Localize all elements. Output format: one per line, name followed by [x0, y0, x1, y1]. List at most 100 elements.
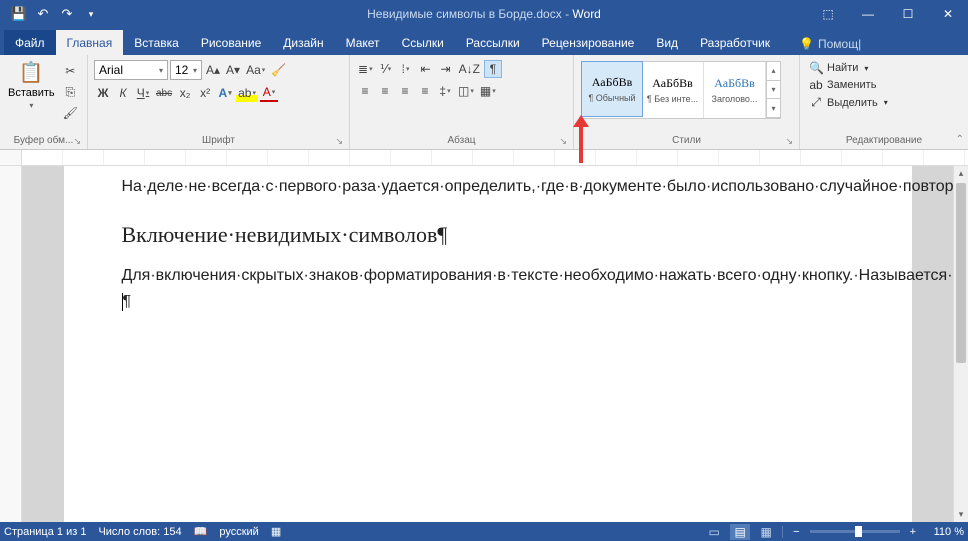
show-hide-pilcrow[interactable]: ¶ — [484, 60, 502, 78]
select-button[interactable]: ⤢Выделить▾ — [806, 94, 891, 111]
page[interactable]: На·деле·не·всегда·с·первого·раза·удается… — [64, 166, 912, 522]
scroll-thumb[interactable] — [956, 183, 966, 363]
heading[interactable]: Включение·невидимых·символов¶ — [122, 220, 854, 250]
view-web[interactable]: ▦ — [756, 524, 776, 540]
tab-references[interactable]: Ссылки — [391, 30, 455, 55]
search-icon: 🔍 — [809, 61, 823, 75]
tab-review[interactable]: Рецензирование — [531, 30, 646, 55]
paste-button[interactable]: 📋 Вставить ▾ — [4, 58, 59, 112]
close-button[interactable]: ✕ — [928, 0, 968, 28]
tab-insert[interactable]: Вставка — [123, 30, 190, 55]
tell-me-search[interactable]: 💡 Помощ| — [791, 33, 869, 55]
dialog-launcher[interactable]: ↘ — [73, 136, 81, 147]
save-button[interactable]: 💾 — [8, 3, 30, 25]
sort-button[interactable]: A↓Z — [457, 60, 482, 78]
replace-button[interactable]: abЗаменить — [806, 77, 879, 93]
redo-button[interactable]: ↷ — [56, 3, 78, 25]
language-indicator[interactable]: русский — [219, 526, 258, 538]
scroll-up[interactable]: ▴ — [954, 166, 968, 181]
tab-file[interactable]: Файл — [4, 30, 56, 55]
horizontal-ruler[interactable] — [0, 150, 968, 166]
numbering-button[interactable]: ⅟ — [377, 60, 395, 78]
align-right[interactable]: ≡ — [396, 82, 414, 100]
undo-button[interactable]: ↶ — [32, 3, 54, 25]
italic-button[interactable]: К — [114, 84, 132, 102]
find-button[interactable]: 🔍Найти▾ — [806, 60, 871, 76]
bold-button[interactable]: Ж — [94, 84, 112, 102]
line-spacing[interactable]: ‡ — [436, 82, 454, 100]
qat-customize[interactable]: ▾ — [80, 3, 102, 25]
group-label: Шрифт↘ — [92, 133, 345, 149]
multilevel-button[interactable]: ⁞ — [397, 60, 415, 78]
macro-icon[interactable]: ▦ — [271, 525, 281, 538]
ribbon-display-options[interactable]: ⬚ — [808, 0, 848, 28]
maximize-button[interactable]: ☐ — [888, 0, 928, 28]
zoom-out[interactable]: − — [789, 526, 803, 538]
ruler-corner — [0, 150, 22, 165]
font-name-select[interactable]: Arial▾ — [94, 60, 168, 80]
tab-view[interactable]: Вид — [645, 30, 689, 55]
strikethrough-button[interactable]: abc — [154, 84, 174, 102]
zoom-in[interactable]: + — [906, 526, 920, 538]
underline-button[interactable]: Ч — [134, 84, 152, 102]
ruler-scale[interactable] — [22, 150, 968, 165]
copy-button[interactable]: ⎘ — [61, 83, 80, 101]
gallery-scroll: ▴ ▾ ▾ — [766, 62, 780, 118]
app-name: Word — [572, 7, 600, 21]
zoom-thumb[interactable] — [855, 526, 862, 537]
font-size-select[interactable]: 12▾ — [170, 60, 202, 80]
collapse-ribbon[interactable]: ⌃ — [956, 134, 964, 145]
style-no-spacing[interactable]: АаБбВв ¶ Без инте... — [642, 62, 704, 118]
dialog-launcher[interactable]: ↘ — [785, 136, 793, 147]
change-case[interactable]: Aa — [244, 61, 267, 79]
align-left[interactable]: ≡ — [356, 82, 374, 100]
scroll-down[interactable]: ▾ — [954, 507, 968, 522]
zoom-level[interactable]: 110 % — [926, 526, 964, 538]
vertical-scrollbar[interactable]: ▴ ▾ — [953, 166, 968, 522]
view-read[interactable]: ▭ — [704, 524, 724, 540]
tab-developer[interactable]: Разработчик — [689, 30, 781, 55]
page-indicator[interactable]: Страница 1 из 1 — [4, 526, 86, 538]
gallery-up[interactable]: ▴ — [767, 62, 780, 81]
dialog-launcher[interactable]: ↘ — [559, 136, 567, 147]
style-heading1[interactable]: АаБбВв Заголово... — [704, 62, 766, 118]
superscript-button[interactable]: x² — [196, 84, 214, 102]
word-count[interactable]: Число слов: 154 — [98, 526, 181, 538]
align-center[interactable]: ≡ — [376, 82, 394, 100]
view-print[interactable]: ▤ — [730, 524, 750, 540]
tab-home[interactable]: Главная — [56, 30, 124, 55]
paragraph[interactable]: ¶ — [122, 291, 854, 313]
style-normal[interactable]: АаБбВв ¶ Обычный — [581, 61, 643, 117]
proofing-icon[interactable]: 📖 — [194, 525, 208, 538]
clear-formatting[interactable]: 🧹 — [269, 61, 288, 79]
justify[interactable]: ≡ — [416, 82, 434, 100]
gallery-down[interactable]: ▾ — [767, 81, 780, 100]
zoom-slider[interactable] — [810, 530, 900, 533]
highlight-button[interactable]: ab — [236, 84, 258, 102]
dialog-launcher[interactable]: ↘ — [335, 136, 343, 147]
tab-layout[interactable]: Макет — [335, 30, 391, 55]
vertical-ruler[interactable] — [0, 166, 22, 522]
decrease-indent[interactable]: ⇤ — [417, 60, 435, 78]
tab-draw[interactable]: Рисование — [190, 30, 272, 55]
format-painter[interactable]: 🖌 — [61, 104, 80, 122]
gallery-more[interactable]: ▾ — [767, 99, 780, 118]
shrink-font[interactable]: A▾ — [224, 61, 242, 79]
borders[interactable]: ▦ — [478, 82, 498, 100]
tab-design[interactable]: Дизайн — [272, 30, 334, 55]
increase-indent[interactable]: ⇥ — [437, 60, 455, 78]
group-label: Абзац↘ — [354, 133, 569, 149]
subscript-button[interactable]: x₂ — [176, 84, 194, 102]
replace-icon: ab — [809, 78, 823, 92]
font-color[interactable]: A — [260, 84, 278, 102]
minimize-button[interactable]: — — [848, 0, 888, 28]
paragraph[interactable]: Для·включения·скрытых·знаков·форматирова… — [122, 265, 854, 287]
tab-mailings[interactable]: Рассылки — [455, 30, 531, 55]
paragraph[interactable]: На·деле·не·всегда·с·первого·раза·удается… — [122, 176, 854, 198]
shading[interactable]: ◫ — [456, 82, 476, 100]
text-effects[interactable]: A — [216, 84, 234, 102]
cut-button[interactable]: ✂ — [61, 62, 80, 80]
document-viewport[interactable]: На·деле·не·всегда·с·первого·раза·удается… — [22, 166, 953, 522]
bullets-button[interactable]: ≣ — [356, 60, 375, 78]
grow-font[interactable]: A▴ — [204, 61, 222, 79]
